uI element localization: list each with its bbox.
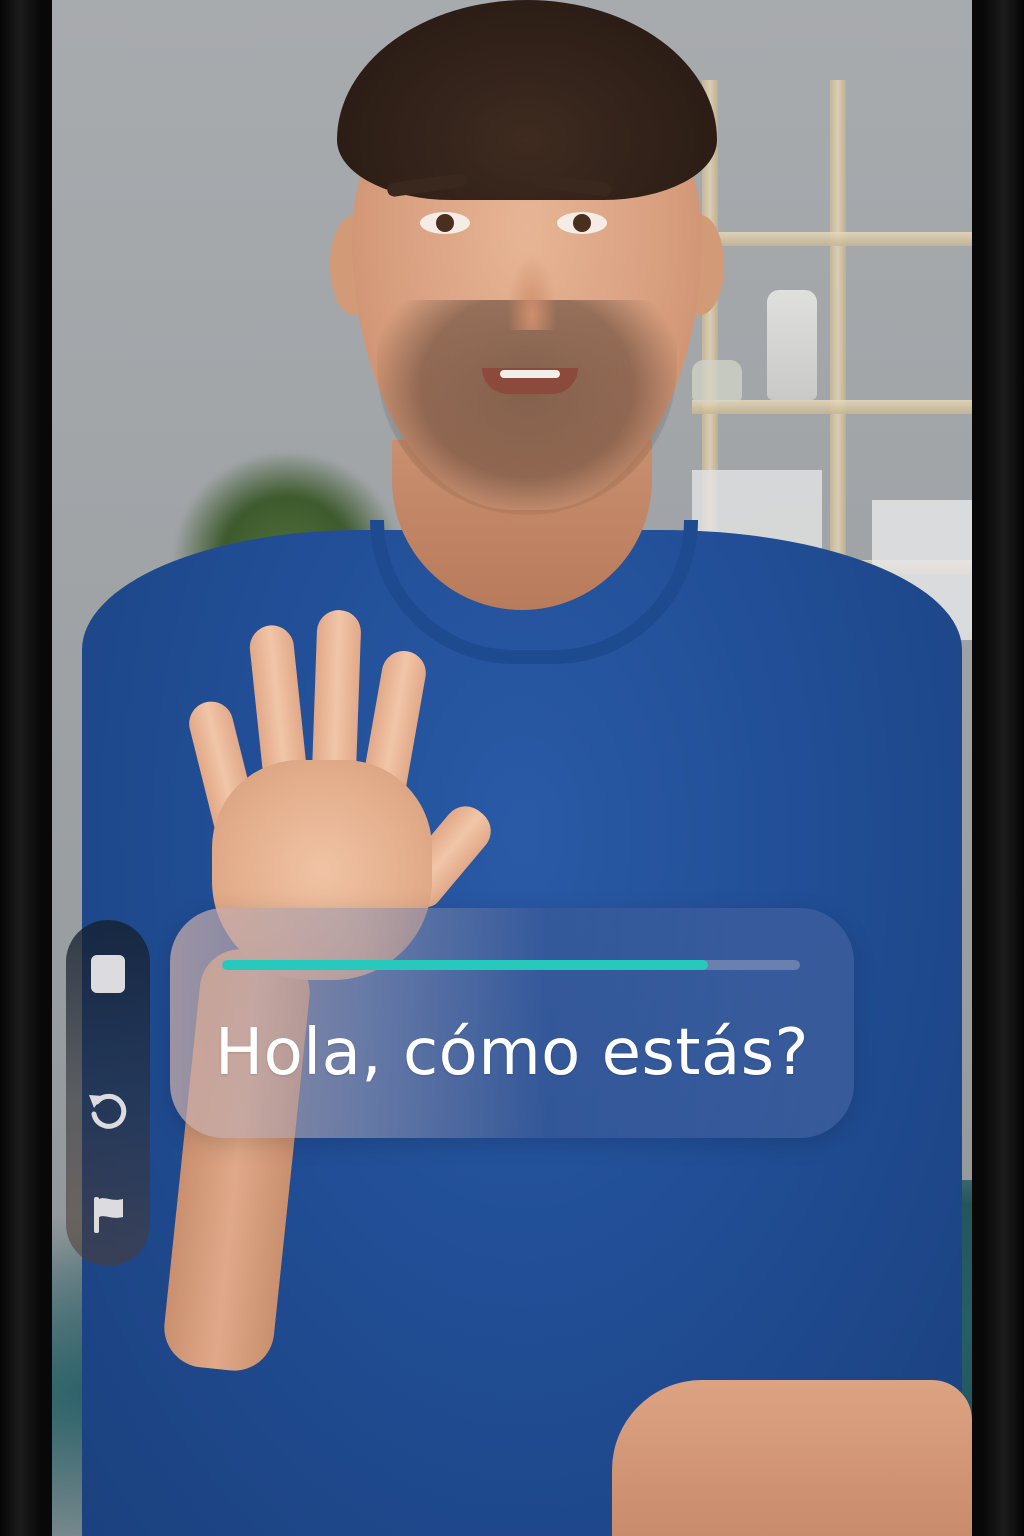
control-rail xyxy=(66,920,150,1266)
flag-icon xyxy=(94,1197,123,1233)
camera-feed xyxy=(52,0,972,1536)
shelf-board xyxy=(692,232,972,246)
caption-card: Hola, cómo estás? xyxy=(170,908,854,1138)
shelf-vase xyxy=(767,290,817,400)
person-nose xyxy=(507,255,557,330)
shelf-board xyxy=(692,400,972,414)
person-eye xyxy=(557,212,607,234)
camera-view xyxy=(52,0,972,1536)
person-forearm xyxy=(612,1380,972,1536)
person-eye xyxy=(420,212,470,234)
caption-progress-fill xyxy=(222,960,708,970)
phone-frame: Hola, cómo estás? xyxy=(0,0,1024,1536)
caption-progress-track xyxy=(222,960,800,970)
restart-button[interactable] xyxy=(66,1068,150,1152)
caption-text: Hola, cómo estás? xyxy=(215,1016,809,1090)
stop-icon xyxy=(91,955,125,993)
person-mouth xyxy=(482,368,578,394)
stop-button[interactable] xyxy=(66,932,150,1016)
flag-button[interactable] xyxy=(66,1172,150,1256)
shelf-vase xyxy=(692,360,742,402)
restart-icon xyxy=(89,1093,127,1129)
